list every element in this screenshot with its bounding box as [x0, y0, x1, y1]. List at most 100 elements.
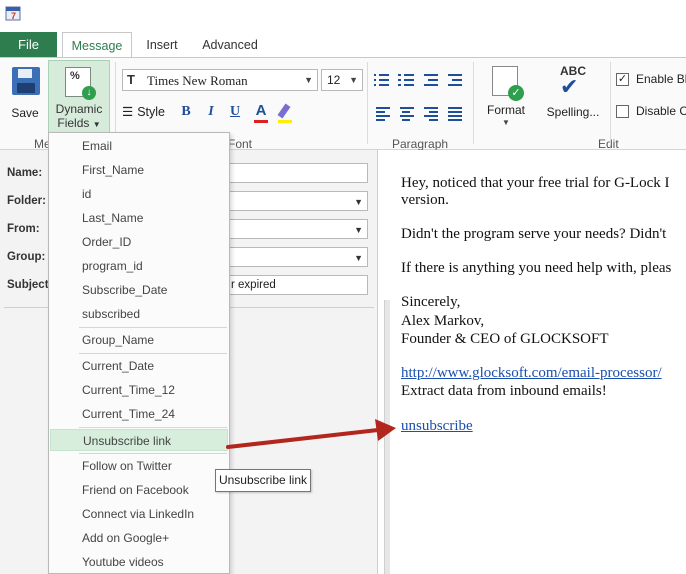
font-name-select[interactable]: T Times New Roman ▼: [122, 69, 318, 91]
folder-select[interactable]: ▼: [228, 191, 368, 211]
align-center-button[interactable]: [398, 104, 416, 122]
spelling-button[interactable]: ABC ✔ Spelling...: [542, 60, 604, 134]
underline-button[interactable]: U: [226, 104, 244, 124]
menu-separator: [79, 353, 227, 354]
tab-advanced[interactable]: Advanced: [196, 32, 264, 57]
font-color-icon: A: [255, 102, 267, 119]
name-label: Name:: [7, 167, 43, 179]
decrease-indent-button[interactable]: [422, 71, 440, 89]
enable-label: Enable Bl: [636, 72, 686, 86]
subject-field[interactable]: r expired: [228, 275, 368, 295]
font-icon: T: [127, 72, 135, 87]
menu-item-subscribed[interactable]: subscribed: [49, 303, 229, 325]
bullets-button[interactable]: [374, 71, 392, 89]
dynamic-fields-menu: Email First_Name id Last_Name Order_ID p…: [48, 132, 230, 574]
style-icon: ☰: [122, 105, 134, 119]
font-size-select[interactable]: 12 ▼: [321, 69, 363, 91]
tooltip: Unsubscribe link: [215, 469, 311, 492]
group-label-font: Font: [228, 137, 253, 151]
numbering-button[interactable]: [398, 71, 416, 89]
menu-item-id[interactable]: id: [49, 183, 229, 205]
menu-item-add-google-plus[interactable]: Add on Google+: [49, 527, 229, 549]
save-label: Save: [11, 106, 39, 120]
group-select[interactable]: ▼: [228, 247, 368, 267]
editor-line: Sincerely,: [401, 294, 461, 310]
ribbon-separator: [367, 62, 368, 144]
subject-value: r expired: [231, 279, 276, 291]
chevron-down-icon: ▼: [354, 253, 363, 263]
menu-separator: [79, 327, 227, 328]
checkbox-unchecked: [616, 105, 629, 118]
app-icon: 7: [5, 6, 21, 21]
dynamic-fields-icon: % ↓: [65, 67, 96, 100]
name-field[interactable]: [228, 163, 368, 183]
menu-item-friend-facebook[interactable]: Friend on Facebook: [49, 479, 229, 501]
menu-item-connect-linkedin[interactable]: Connect via LinkedIn: [49, 503, 229, 525]
menu-item-program-id[interactable]: program_id: [49, 255, 229, 277]
checkbox-checked: ✓: [616, 73, 629, 86]
website-link[interactable]: http://www.glocksoft.com/email-processor…: [401, 365, 662, 382]
bold-button[interactable]: B: [177, 104, 195, 124]
format-label: Format: [486, 103, 525, 117]
tab-message[interactable]: Message: [62, 32, 132, 58]
font-name-value: Times New Roman: [147, 73, 248, 88]
menu-separator: [79, 453, 227, 454]
chevron-down-icon: ▼: [354, 197, 363, 207]
menu-item-email[interactable]: Email: [49, 135, 229, 157]
justify-button[interactable]: [446, 104, 464, 122]
highlight-icon: [277, 103, 291, 119]
style-label: Style: [137, 105, 166, 119]
ribbon-separator: [610, 62, 611, 144]
menu-item-unsubscribe-link[interactable]: Unsubscribe link: [50, 429, 228, 451]
menu-item-first-name[interactable]: First_Name: [49, 159, 229, 181]
increase-indent-button[interactable]: [446, 71, 464, 89]
title-bar: 7: [0, 0, 686, 32]
menu-item-current-time-24[interactable]: Current_Time_24: [49, 403, 229, 425]
menu-item-order-id[interactable]: Order_ID: [49, 231, 229, 253]
dynamic-fields-label-2: Fields ▼: [57, 116, 101, 130]
editor-line: Extract data from inbound emails!: [401, 383, 607, 399]
menu-item-current-date[interactable]: Current_Date: [49, 355, 229, 377]
font-size-value: 12: [327, 73, 341, 87]
editor-line: Founder & CEO of GLOCKSOFT: [401, 331, 609, 347]
menu-item-current-time-12[interactable]: Current_Time_12: [49, 379, 229, 401]
svg-text:7: 7: [11, 11, 16, 21]
menu-item-last-name[interactable]: Last_Name: [49, 207, 229, 229]
unsubscribe-link[interactable]: unsubscribe: [401, 418, 473, 435]
editor-line: Didn't the program serve your needs? Did…: [401, 226, 667, 242]
chevron-down-icon: ▼: [354, 225, 363, 235]
highlight-button[interactable]: [276, 102, 294, 124]
folder-label: Folder:: [7, 195, 46, 207]
message-editor[interactable]: Hey, noticed that your free trial for G-…: [390, 150, 686, 574]
align-right-button[interactable]: [422, 104, 440, 122]
editor-line: If there is anything you need help with,…: [401, 260, 672, 276]
style-button[interactable]: ☰ Style: [122, 104, 172, 124]
editor-line: Hey, noticed that your free trial for G-…: [401, 175, 670, 191]
group-label-paragraph: Paragraph: [392, 137, 449, 151]
spelling-icon: ✔: [560, 74, 579, 99]
chevron-down-icon: ▼: [502, 118, 510, 127]
from-label: From:: [7, 223, 40, 235]
chevron-down-icon: ▼: [92, 120, 101, 129]
font-color-button[interactable]: A: [252, 102, 270, 124]
spelling-label: Spelling...: [546, 105, 600, 119]
chevron-down-icon: ▼: [304, 75, 313, 85]
format-button[interactable]: Format ▼: [478, 60, 534, 134]
chevron-down-icon: ▼: [349, 75, 358, 85]
menu-item-group-name[interactable]: Group_Name: [49, 329, 229, 351]
from-select[interactable]: ▼: [228, 219, 368, 239]
italic-button[interactable]: I: [202, 104, 220, 124]
disable-label: Disable C: [636, 104, 686, 118]
menu-item-follow-twitter[interactable]: Follow on Twitter: [49, 455, 229, 477]
subject-label: Subject: [7, 279, 49, 291]
save-icon: [12, 67, 40, 95]
menu-separator: [79, 427, 227, 428]
menu-item-subscribe-date[interactable]: Subscribe_Date: [49, 279, 229, 301]
dynamic-fields-button[interactable]: % ↓ Dynamic Fields ▼: [48, 60, 110, 134]
save-button[interactable]: Save: [4, 61, 46, 133]
tab-file[interactable]: File: [0, 32, 57, 57]
menu-item-youtube-videos[interactable]: Youtube videos: [49, 551, 229, 573]
tab-insert[interactable]: Insert: [140, 32, 184, 57]
format-icon: [492, 66, 524, 101]
align-left-button[interactable]: [374, 104, 392, 122]
